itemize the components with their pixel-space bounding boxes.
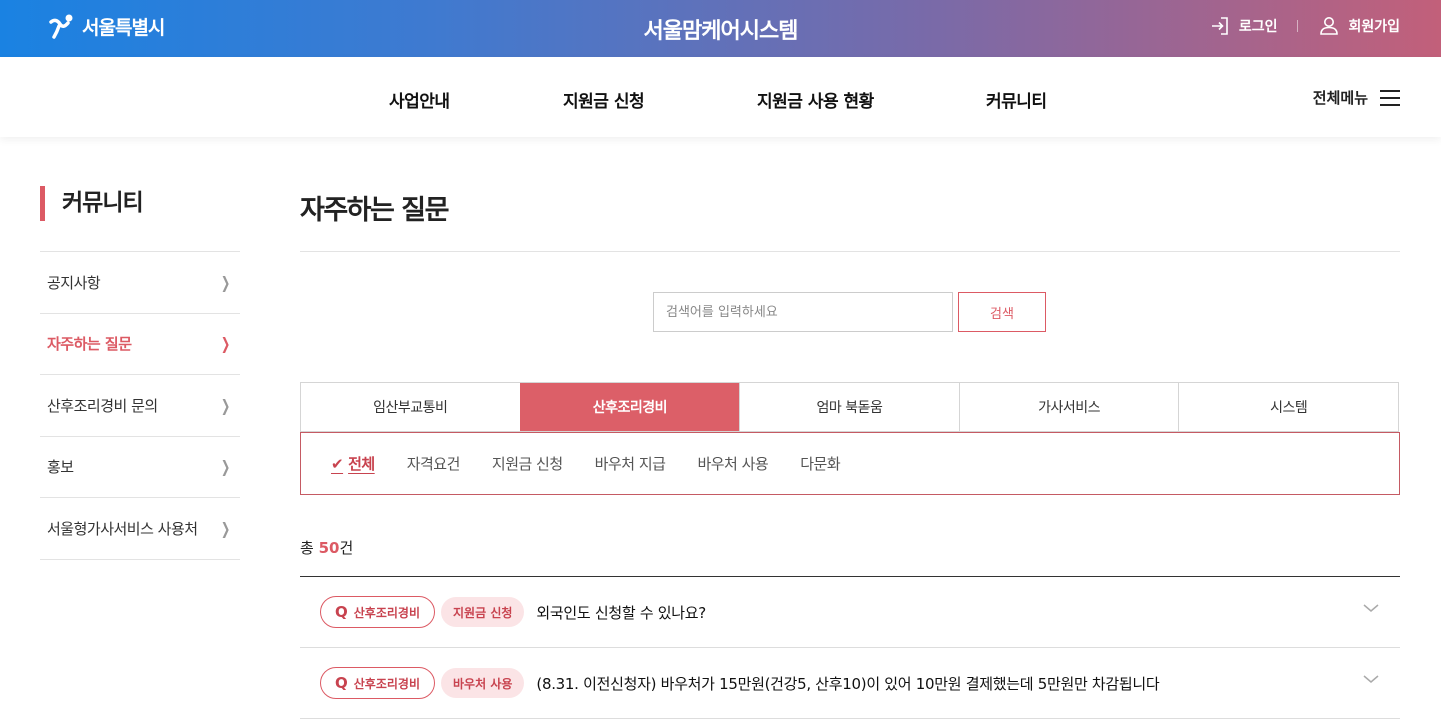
gnb-item-business[interactable]: 사업안내 (389, 87, 450, 112)
search-button[interactable]: 검색 (958, 292, 1046, 332)
faq-item[interactable]: Q 산후조리경비 지원금 신청 외국인도 신청할 수 있나요? (300, 577, 1400, 648)
chevron-right-icon: ❯ (221, 395, 231, 415)
search-input[interactable] (653, 292, 953, 332)
top-bar: 서울특별시 서울맘케어시스템 로그인 회원가입 (0, 0, 1441, 57)
sidebar-item-notice[interactable]: 공지사항 ❯ (40, 252, 240, 314)
faq-question: (8.31. 이전신청자) 바우처가 15만원(건강5, 산후10)이 있어 1… (536, 674, 1160, 693)
subtab-eligibility[interactable]: 자격요건 (407, 453, 461, 474)
sidebar-item-label: 산후조리경비 문의 (47, 396, 158, 415)
faq-type-badge: Q 산후조리경비 (320, 667, 436, 699)
total-prefix: 총 (300, 539, 319, 557)
sidebar-item-housework-service[interactable]: 서울형가사서비스 사용처 ❯ (40, 498, 240, 560)
faq-list: Q 산후조리경비 지원금 신청 외국인도 신청할 수 있나요? Q 산후조리경비… (300, 576, 1400, 719)
gnb-item-community[interactable]: 커뮤니티 (986, 87, 1047, 112)
gnb-item-usage[interactable]: 지원금 사용 현황 (757, 87, 874, 112)
sidebar-item-label: 공지사항 (47, 273, 101, 292)
tab-housework[interactable]: 가사서비스 (958, 383, 1179, 431)
faq-category-badge: 바우처 사용 (441, 668, 525, 698)
all-menu-label: 전체메뉴 (1312, 89, 1368, 107)
chevron-right-icon: ❯ (221, 334, 231, 354)
sidebar-item-label: 서울형가사서비스 사용처 (47, 519, 198, 538)
sidebar-item-label: 홍보 (47, 458, 74, 477)
chevron-down-icon (1363, 604, 1379, 612)
faq-badge-label: 산후조리경비 (353, 676, 421, 691)
faq-question: 외국인도 신청할 수 있나요? (536, 603, 706, 622)
check-icon: ✔ (331, 454, 344, 473)
faq-badge-label: 산후조리경비 (353, 605, 421, 620)
page-title: 자주하는 질문 (300, 195, 449, 226)
user-icon (1320, 17, 1339, 35)
faq-category-badge: 지원금 신청 (441, 597, 525, 627)
chevron-right-icon: ❯ (221, 457, 231, 477)
tab-mom-support[interactable]: 엄마 북돋움 (739, 383, 959, 431)
faq-item[interactable]: Q 산후조리경비 바우처 사용 (8.31. 이전신청자) 바우처가 15만원(… (300, 648, 1400, 719)
tab-pregnant-transport[interactable]: 임산부교통비 (301, 383, 520, 431)
q-icon: Q (335, 603, 348, 621)
sidebar-item-label: 자주하는 질문 (47, 335, 132, 354)
sidebar-item-promotion[interactable]: 홍보 ❯ (40, 437, 240, 498)
sub-category-tabs: ✔ 전체 자격요건 지원금 신청 바우처 지급 바우처 사용 다문화 (300, 432, 1400, 495)
util-divider (1297, 20, 1299, 32)
subtab-multicultural[interactable]: 다문화 (800, 453, 840, 474)
sidebar-item-postnatal-inquiry[interactable]: 산후조리경비 문의 ❯ (40, 375, 240, 437)
signup-label: 회원가입 (1348, 19, 1400, 35)
signup-link[interactable]: 회원가입 (1318, 15, 1400, 37)
tab-postnatal-care[interactable]: 산후조리경비 (519, 383, 740, 431)
category-tabs: 임산부교통비 산후조리경비 엄마 북돋움 가사서비스 시스템 (300, 382, 1399, 432)
chevron-down-icon (1363, 675, 1379, 683)
subtab-label: 전체 (348, 455, 375, 473)
hamburger-icon (1380, 89, 1400, 106)
subtab-voucher-use[interactable]: 바우처 사용 (697, 453, 768, 474)
chevron-right-icon: ❯ (221, 272, 231, 292)
login-link[interactable]: 로그인 (1209, 15, 1278, 37)
gnb-item-apply[interactable]: 지원금 신청 (563, 87, 645, 112)
subtab-all[interactable]: ✔ 전체 (331, 453, 375, 474)
login-icon (1211, 17, 1228, 35)
title-divider (300, 251, 1400, 252)
all-menu-button[interactable]: 전체메뉴 (1313, 87, 1400, 108)
total-suffix: 건 (339, 539, 354, 557)
sidebar-menu: 공지사항 ❯ 자주하는 질문 ❯ 산후조리경비 문의 ❯ 홍보 ❯ 서울형가사서… (40, 251, 240, 560)
subtab-apply[interactable]: 지원금 신청 (492, 453, 563, 474)
sidebar-item-faq[interactable]: 자주하는 질문 ❯ (40, 314, 240, 375)
total-count: 총 50건 (300, 537, 353, 558)
q-icon: Q (335, 674, 348, 692)
login-label: 로그인 (1238, 19, 1278, 35)
total-number: 50 (318, 539, 340, 557)
subtab-voucher-payment[interactable]: 바우처 지급 (595, 453, 666, 474)
sidebar-title: 커뮤니티 (40, 186, 144, 221)
main-navigation: 사업안내 지원금 신청 지원금 사용 현황 커뮤니티 전체메뉴 (0, 57, 1441, 137)
util-menu: 로그인 회원가입 (1209, 15, 1400, 37)
tab-system[interactable]: 시스템 (1178, 383, 1398, 431)
faq-type-badge: Q 산후조리경비 (320, 596, 436, 628)
chevron-right-icon: ❯ (221, 518, 231, 538)
